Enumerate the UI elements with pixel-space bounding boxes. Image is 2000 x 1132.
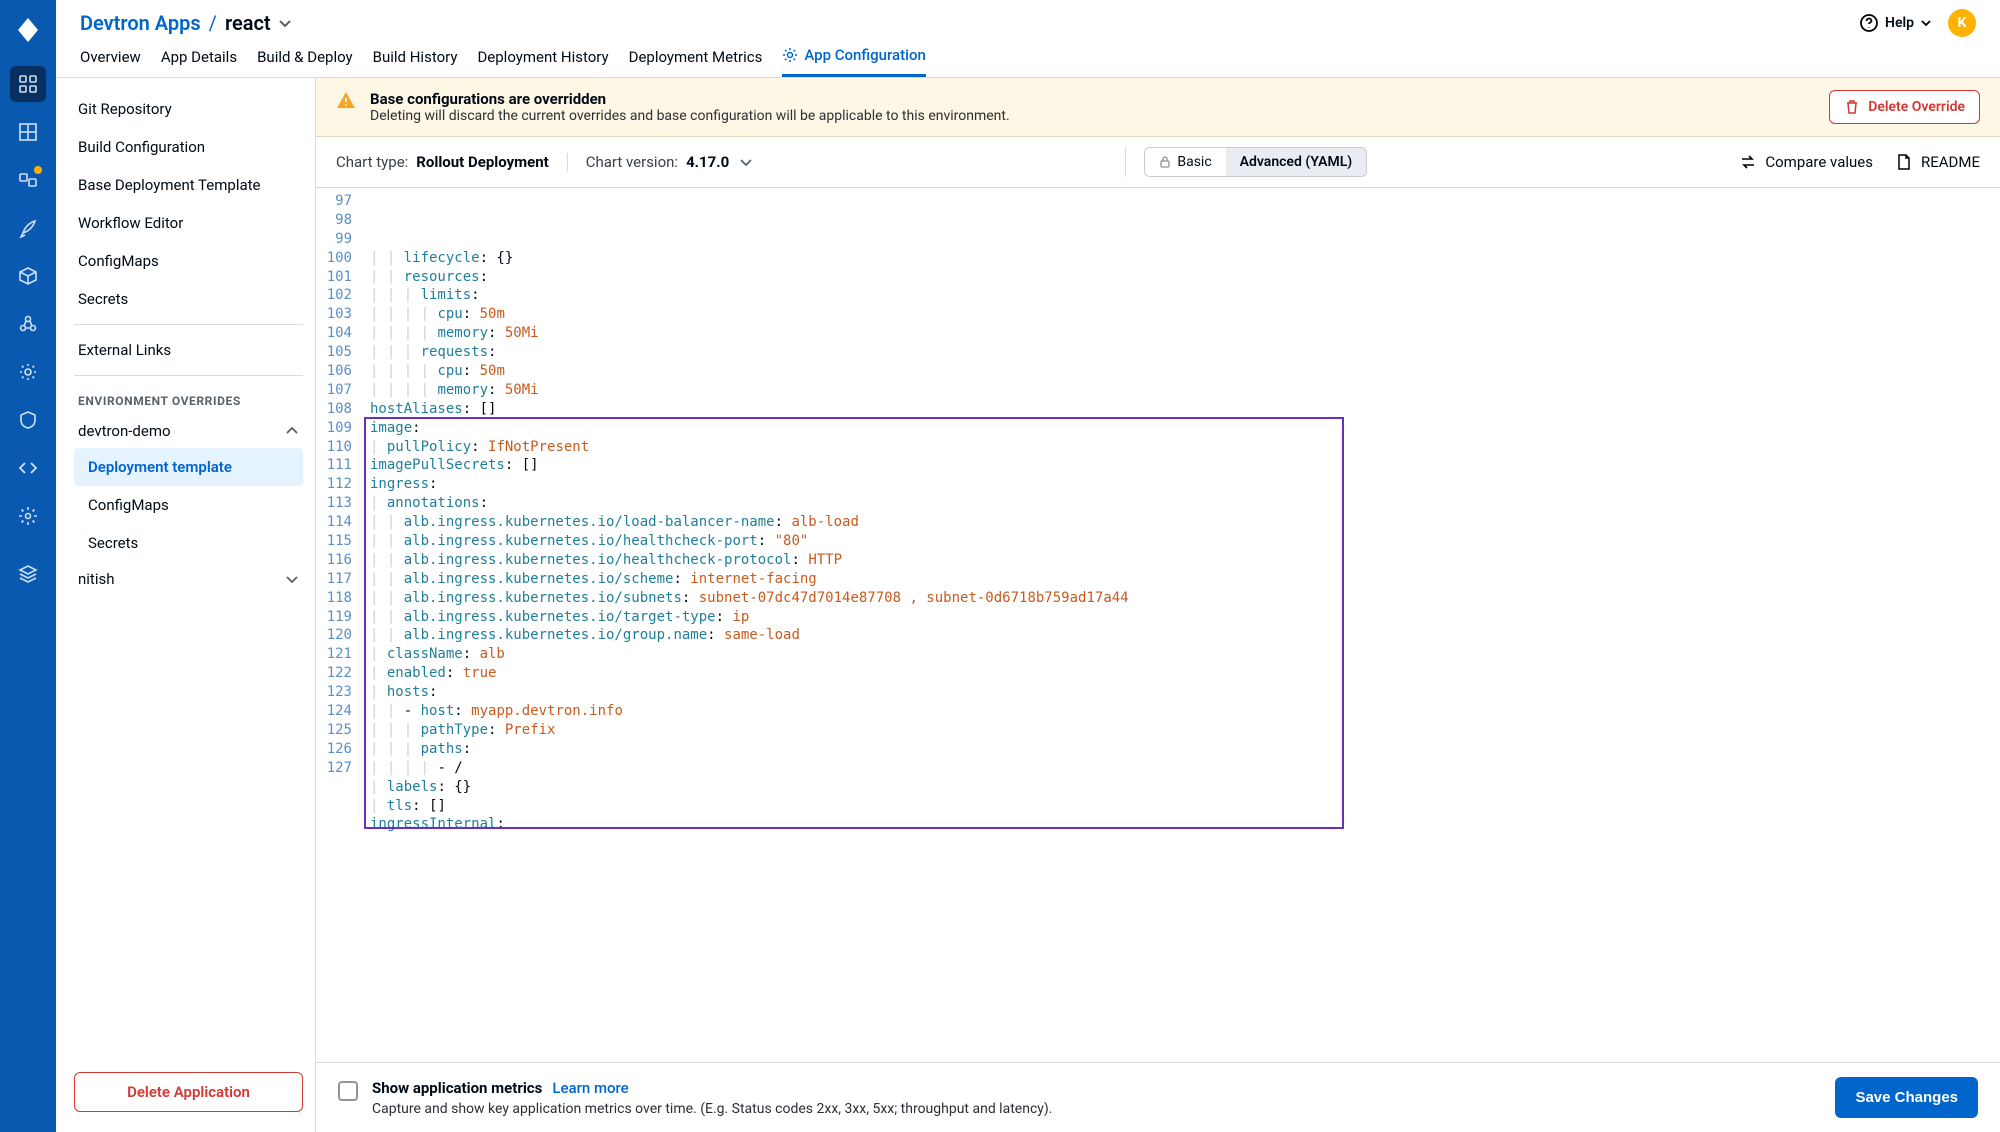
rail-rocket-icon[interactable] bbox=[10, 210, 46, 246]
gear-icon bbox=[782, 47, 798, 63]
rail-shield-icon[interactable] bbox=[10, 402, 46, 438]
rail-apps-icon[interactable] bbox=[10, 66, 46, 102]
tabs: Overview App Details Build & Deploy Build H… bbox=[56, 38, 2000, 78]
chart-type-value: Rollout Deployment bbox=[416, 153, 548, 171]
readme-button[interactable]: README bbox=[1895, 153, 1980, 171]
alert-title: Base configurations are overridden bbox=[370, 90, 1010, 108]
metrics-title: Show application metrics bbox=[372, 1079, 542, 1097]
sidebar-heading-overrides: ENVIRONMENT OVERRIDES bbox=[74, 382, 303, 414]
rail-grid-icon[interactable] bbox=[10, 114, 46, 150]
rail-cluster-icon[interactable] bbox=[10, 306, 46, 342]
avatar[interactable]: K bbox=[1948, 9, 1976, 37]
editor-gutter: 9798991001011021031041051061071081091101… bbox=[316, 188, 364, 1062]
override-alert: Base configurations are overridden Delet… bbox=[316, 78, 2000, 137]
header: Devtron Apps / react Help K bbox=[56, 0, 2000, 38]
rail-cube-icon[interactable] bbox=[10, 258, 46, 294]
save-changes-button[interactable]: Save Changes bbox=[1835, 1077, 1978, 1118]
compare-values-button[interactable]: Compare values bbox=[1739, 153, 1873, 171]
advanced-mode-button[interactable]: Advanced (YAML) bbox=[1226, 148, 1367, 176]
breadcrumb-leaf[interactable]: react bbox=[225, 11, 293, 35]
compare-icon bbox=[1739, 153, 1757, 171]
config-sidebar: Git RepositoryBuild ConfigurationBase De… bbox=[56, 78, 316, 1132]
chevron-down-icon bbox=[277, 15, 293, 31]
sidebar-item-external-links[interactable]: External Links bbox=[74, 331, 303, 369]
tab-deployment-history[interactable]: Deployment History bbox=[477, 46, 608, 77]
app-logo[interactable] bbox=[10, 12, 46, 48]
chevron-down-icon bbox=[285, 572, 299, 586]
tab-build-deploy[interactable]: Build & Deploy bbox=[257, 46, 353, 77]
delete-override-button[interactable]: Delete Override bbox=[1829, 90, 1980, 124]
delete-application-button[interactable]: Delete Application bbox=[74, 1072, 303, 1112]
sidebar-item-base-deployment-template[interactable]: Base Deployment Template bbox=[74, 166, 303, 204]
breadcrumb-parent[interactable]: Devtron Apps bbox=[80, 11, 201, 35]
sidebar-item-workflow-editor[interactable]: Workflow Editor bbox=[74, 204, 303, 242]
view-mode-segment: Basic Advanced (YAML) bbox=[1144, 147, 1367, 177]
env-nitish[interactable]: nitish bbox=[74, 562, 303, 596]
rail-code-icon[interactable] bbox=[10, 450, 46, 486]
sidebar-item-configmaps[interactable]: ConfigMaps bbox=[74, 242, 303, 280]
rail-layers-icon[interactable] bbox=[10, 556, 46, 592]
yaml-editor[interactable]: 9798991001011021031041051061071081091101… bbox=[316, 188, 2000, 1062]
help-icon bbox=[1859, 13, 1879, 33]
warning-icon bbox=[336, 90, 356, 110]
env-child-deployment-template[interactable]: Deployment template bbox=[74, 448, 303, 486]
chevron-up-icon bbox=[285, 424, 299, 438]
env-child-secrets[interactable]: Secrets bbox=[74, 524, 303, 562]
metrics-subtitle: Capture and show key application metrics… bbox=[372, 1101, 1052, 1117]
help-button[interactable]: Help bbox=[1859, 13, 1932, 33]
footer: Show application metrics Learn more Capt… bbox=[316, 1062, 2000, 1132]
basic-mode-button[interactable]: Basic bbox=[1145, 148, 1225, 176]
file-icon bbox=[1895, 153, 1913, 171]
env-devtron-demo[interactable]: devtron-demo bbox=[74, 414, 303, 448]
tab-app-configuration[interactable]: App Configuration bbox=[782, 46, 925, 77]
chart-toolbar: Chart type: Rollout Deployment Chart ver… bbox=[316, 137, 2000, 188]
chart-type-label: Chart type: bbox=[336, 153, 408, 171]
sidebar-item-secrets[interactable]: Secrets bbox=[74, 280, 303, 318]
tab-deployment-metrics[interactable]: Deployment Metrics bbox=[629, 46, 763, 77]
rail-settings-icon[interactable] bbox=[10, 498, 46, 534]
breadcrumb: Devtron Apps / react bbox=[80, 11, 293, 35]
chevron-down-icon bbox=[739, 155, 753, 169]
left-rail bbox=[0, 0, 56, 1132]
breadcrumb-sep: / bbox=[209, 11, 217, 35]
sidebar-item-build-configuration[interactable]: Build Configuration bbox=[74, 128, 303, 166]
env-child-configmaps[interactable]: ConfigMaps bbox=[74, 486, 303, 524]
trash-icon bbox=[1844, 99, 1860, 115]
lock-icon bbox=[1159, 156, 1171, 168]
alert-subtitle: Deleting will discard the current overri… bbox=[370, 108, 1010, 124]
chart-version-value[interactable]: 4.17.0 bbox=[686, 153, 753, 171]
sidebar-item-git-repository[interactable]: Git Repository bbox=[74, 90, 303, 128]
chart-version-label: Chart version: bbox=[586, 153, 678, 171]
metrics-checkbox[interactable] bbox=[338, 1081, 358, 1101]
rail-blocks-icon[interactable] bbox=[10, 162, 46, 198]
tab-app-details[interactable]: App Details bbox=[161, 46, 237, 77]
editor-code[interactable]: | | lifecycle: {}| | resources:| | | lim… bbox=[364, 188, 2000, 1062]
learn-more-link[interactable]: Learn more bbox=[552, 1079, 628, 1097]
tab-overview[interactable]: Overview bbox=[80, 46, 141, 77]
chevron-down-icon bbox=[1920, 17, 1932, 29]
tab-build-history[interactable]: Build History bbox=[373, 46, 458, 77]
rail-gear-icon[interactable] bbox=[10, 354, 46, 390]
